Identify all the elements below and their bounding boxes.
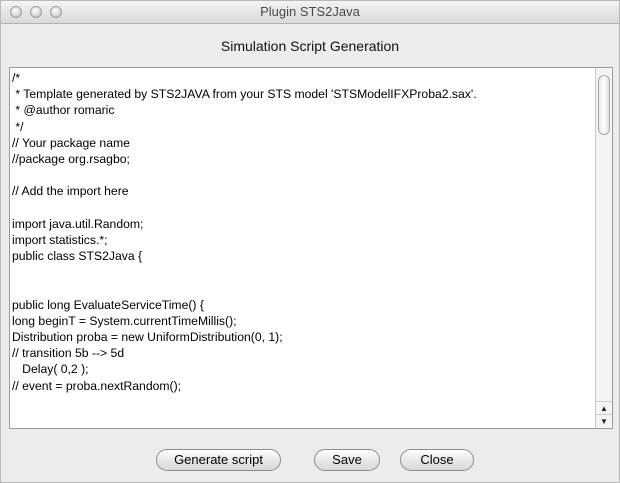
code-line: */ bbox=[12, 119, 24, 134]
code-line: // event = proba.nextRandom(); bbox=[12, 378, 182, 393]
vertical-scrollbar[interactable]: ▲ ▼ bbox=[595, 68, 612, 428]
code-line: Delay( 0,2 ); bbox=[12, 362, 89, 377]
code-text-area[interactable]: /* * Template generated by STS2JAVA from… bbox=[10, 68, 595, 428]
script-editor[interactable]: /* * Template generated by STS2JAVA from… bbox=[9, 67, 613, 429]
panel-title: Simulation Script Generation bbox=[220, 38, 400, 54]
code-line: /* bbox=[12, 71, 21, 85]
scroll-down-arrow-icon[interactable]: ▼ bbox=[596, 414, 612, 427]
close-button[interactable]: Close bbox=[400, 449, 474, 471]
code-line: import statistics.*; bbox=[12, 232, 108, 247]
code-line: // transition 5b --> 5d bbox=[12, 346, 125, 361]
scrollbar-thumb[interactable] bbox=[598, 75, 610, 135]
button-bar: Generate script Save Close bbox=[1, 449, 619, 473]
code-line: //package org.rsagbo; bbox=[12, 151, 130, 166]
code-line: * Template generated by STS2JAVA from yo… bbox=[12, 87, 477, 102]
code-line: // Add the import here bbox=[12, 184, 129, 199]
code-line: public long EvaluateServiceTime() { bbox=[12, 297, 204, 312]
generate-script-button[interactable]: Generate script bbox=[156, 449, 281, 471]
save-button[interactable]: Save bbox=[314, 449, 380, 471]
code-line: public class STS2Java { bbox=[12, 249, 143, 264]
plugin-window: Plugin STS2Java Simulation Script Genera… bbox=[0, 0, 620, 483]
window-title: Plugin STS2Java bbox=[260, 4, 360, 19]
title-bar: Plugin STS2Java bbox=[1, 1, 619, 24]
code-line: * @author romaric bbox=[12, 103, 115, 118]
code-line: long beginT = System.currentTimeMillis()… bbox=[12, 313, 237, 328]
code-line: Distribution proba = new UniformDistribu… bbox=[12, 330, 283, 344]
scroll-up-arrow-icon[interactable]: ▲ bbox=[596, 401, 612, 414]
code-line: // Your package name bbox=[12, 135, 130, 150]
code-line: import java.util.Random; bbox=[12, 216, 144, 231]
